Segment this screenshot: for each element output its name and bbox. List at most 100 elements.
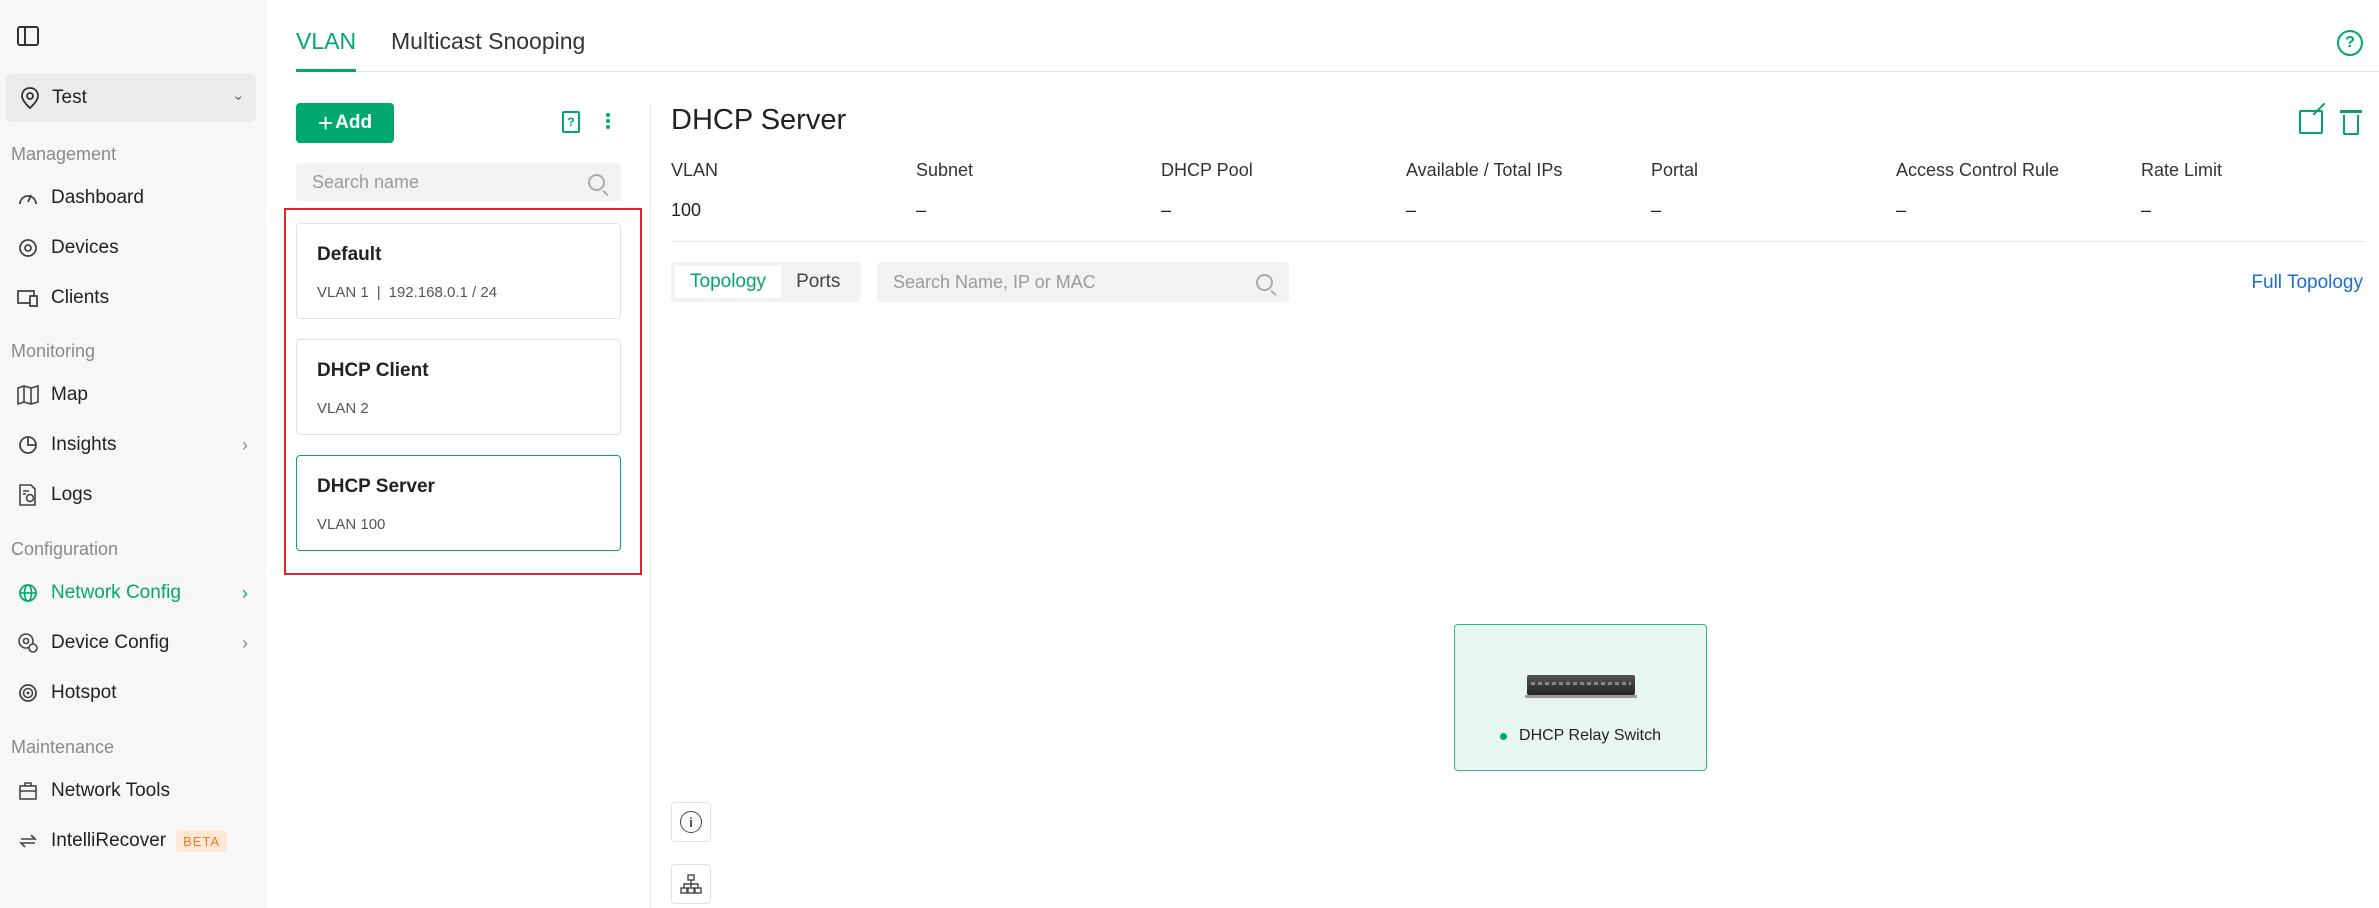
vlan-card-dhcp-server[interactable]: DHCP Server VLAN 100 (296, 455, 621, 551)
section-monitoring: Monitoring (11, 341, 96, 361)
sidebar-item-label: Device Config (51, 632, 170, 653)
info-value: – (916, 200, 927, 220)
beta-badge: BETA (176, 830, 228, 852)
vlan-search-input[interactable] (312, 171, 588, 193)
info-header: DHCP Pool (1161, 160, 1253, 180)
separator: | (376, 284, 381, 301)
add-vlan-button[interactable]: + Add (296, 103, 394, 143)
info-header: Available / Total IPs (1406, 160, 1563, 180)
sidebar-item-clients[interactable]: Clients (0, 277, 266, 319)
sidebar-toggle-icon[interactable] (17, 26, 39, 46)
topology-layout-button[interactable] (671, 864, 711, 904)
device-search-box (877, 262, 1289, 302)
tab-vlan[interactable]: VLAN (296, 28, 357, 72)
sidebar-item-hotspot[interactable]: Hotspot (0, 672, 266, 714)
info-col-access-control: Access Control Rule – (1896, 160, 2059, 221)
vlan-search-box (296, 163, 621, 201)
sidebar-item-label: Network Tools (51, 780, 170, 801)
search-icon[interactable] (1256, 273, 1273, 291)
vlan-id: VLAN 100 (317, 516, 386, 533)
sidebar-item-label: Devices (51, 237, 119, 258)
sidebar: Test › Management Dashboard Devices Clie… (0, 0, 266, 908)
sidebar-item-logs[interactable]: Logs (0, 474, 266, 516)
device-label: DHCP Relay Switch (1455, 727, 1706, 745)
sidebar-item-label: IntelliRecover (51, 830, 167, 851)
device-gear-icon (17, 632, 39, 654)
help-icon[interactable]: ? (2337, 30, 2363, 56)
vlan-card-name: Default (317, 244, 382, 265)
vlan-card-name: DHCP Server (317, 476, 435, 497)
globe-icon (17, 582, 39, 604)
edit-icon[interactable] (2299, 110, 2323, 134)
chevron-right-icon: › (242, 582, 248, 603)
sidebar-item-devices[interactable]: Devices (0, 227, 266, 269)
info-icon: i (680, 811, 702, 833)
pie-chart-icon (17, 434, 39, 456)
more-options-icon[interactable] (600, 108, 616, 134)
info-value: – (1651, 200, 1662, 220)
vlan-card-default[interactable]: Default VLAN 1 | 192.168.0.1 / 24 (296, 223, 621, 319)
info-header: Portal (1651, 160, 1699, 180)
clients-icon (17, 287, 39, 309)
vlan-card-dhcp-client[interactable]: DHCP Client VLAN 2 (296, 339, 621, 435)
toggle-topology[interactable]: Topology (675, 266, 782, 298)
delete-icon[interactable] (2340, 110, 2362, 135)
info-value: – (1896, 200, 1907, 220)
toggle-ports[interactable]: Ports (781, 266, 855, 298)
status-dot (1500, 732, 1508, 740)
sidebar-item-label: Map (51, 384, 88, 405)
add-button-label: Add (335, 112, 373, 133)
hierarchy-icon (680, 874, 702, 894)
info-col-available-ips: Available / Total IPs – (1406, 160, 1562, 221)
sidebar-item-intellirecover[interactable]: IntelliRecover BETA (0, 820, 266, 862)
topology-device-node[interactable]: DHCP Relay Switch (1454, 624, 1707, 771)
search-icon[interactable] (588, 173, 605, 191)
info-col-subnet: Subnet – (916, 160, 973, 221)
info-button[interactable]: i (671, 802, 711, 842)
info-value: 100 (671, 200, 702, 220)
sidebar-item-network-tools[interactable]: Network Tools (0, 770, 266, 812)
toolbox-icon (17, 780, 39, 802)
sidebar-item-insights[interactable]: Insights › (0, 424, 266, 466)
sidebar-item-label: Network Config (51, 582, 181, 603)
sidebar-item-device-config[interactable]: Device Config › (0, 622, 266, 664)
sidebar-item-label: Logs (51, 484, 93, 505)
info-header: Subnet (916, 160, 974, 180)
map-icon (17, 384, 39, 406)
column-divider (650, 103, 651, 908)
sidebar-item-label: Insights (51, 434, 117, 455)
section-configuration: Configuration (11, 539, 119, 559)
vlan-card-meta: VLAN 1 | 192.168.0.1 / 24 (317, 284, 600, 301)
sidebar-item-network-config[interactable]: Network Config › (0, 572, 266, 614)
device-search-input[interactable] (893, 271, 1256, 293)
section-maintenance: Maintenance (11, 737, 115, 757)
vlan-card-meta: VLAN 100 (317, 516, 600, 533)
dashboard-icon (17, 187, 39, 209)
info-value: – (1161, 200, 1172, 220)
vlan-card-name: DHCP Client (317, 360, 429, 381)
help-doc-icon[interactable]: ? (562, 111, 580, 133)
site-selector[interactable]: Test › (6, 74, 256, 122)
vlan-info-grid: VLAN 100 Subnet – DHCP Pool – Available … (671, 160, 2366, 242)
page-tabs: VLAN Multicast Snooping ? (296, 0, 2379, 72)
hotspot-icon (17, 682, 39, 704)
info-col-dhcp-pool: DHCP Pool – (1161, 160, 1253, 221)
tab-multicast-snooping[interactable]: Multicast Snooping (391, 28, 585, 55)
logs-icon (17, 484, 39, 506)
sidebar-item-dashboard[interactable]: Dashboard (0, 177, 266, 219)
vlan-id: VLAN 1 (317, 284, 369, 301)
vlan-subnet: 192.168.0.1 / 24 (388, 284, 498, 301)
full-topology-link[interactable]: Full Topology (2251, 272, 2363, 294)
info-header: Access Control Rule (1896, 160, 2060, 180)
devices-icon (17, 237, 39, 259)
recover-icon (17, 830, 39, 852)
sidebar-item-label: Clients (51, 287, 110, 308)
detail-title: DHCP Server (671, 104, 847, 136)
sidebar-item-label: Hotspot (51, 682, 117, 703)
sidebar-item-label: Dashboard (51, 187, 144, 208)
info-value: – (2141, 200, 2152, 220)
plus-icon: + (317, 108, 334, 138)
info-header: VLAN (671, 160, 719, 180)
chevron-right-icon: › (242, 632, 248, 653)
sidebar-item-map[interactable]: Map (0, 374, 266, 416)
